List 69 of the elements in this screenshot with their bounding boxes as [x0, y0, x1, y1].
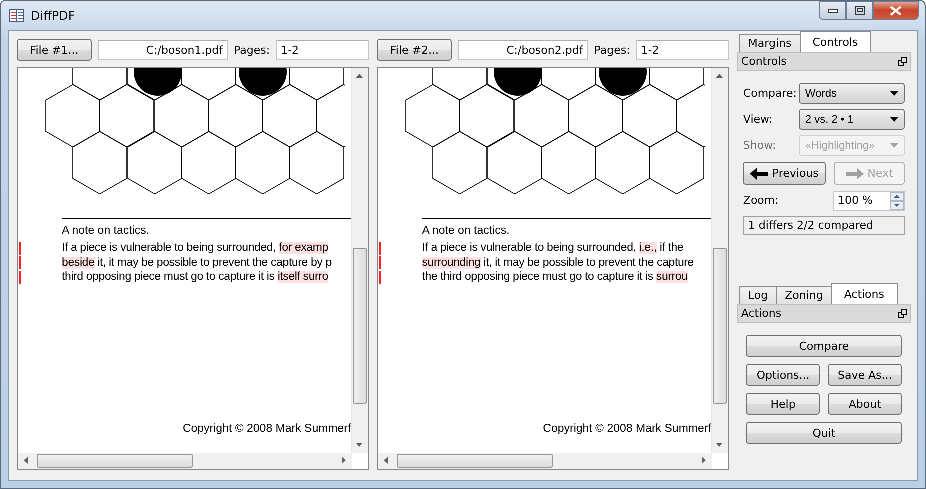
- scroll-left-icon[interactable]: [24, 457, 28, 464]
- document-text-line: surrounding it, it may be possible to prevent the capture: [422, 256, 694, 269]
- document-text-line: beside it, it may be possible to prevent the capture by p: [62, 256, 332, 269]
- status-text: 1 differs 2/2 compared: [743, 216, 906, 235]
- vertical-scrollbar[interactable]: [711, 68, 728, 453]
- file-button[interactable]: File #2...: [377, 39, 452, 61]
- action-button[interactable]: Compare: [746, 335, 902, 357]
- file-path-field[interactable]: C:/boson2.pdf: [458, 40, 588, 60]
- nav-button[interactable]: Previous: [743, 162, 826, 185]
- document-heading: A note on tactics.: [62, 225, 151, 237]
- document-footer: Copyright © 2008 Mark Summerf: [182, 423, 352, 435]
- document-text-line: If a piece is vulnerable to being surrounded, i.e., if the: [422, 242, 684, 254]
- close-button[interactable]: [873, 1, 919, 20]
- zoom-spinbox[interactable]: 100 %: [833, 190, 906, 210]
- document-footer: Copyright © 2008 Mark Summerf: [543, 423, 712, 435]
- dropdown-arrow-icon: [890, 117, 900, 122]
- spin-down-button[interactable]: [890, 200, 904, 210]
- scroll-left-icon[interactable]: [384, 457, 388, 464]
- minimize-button[interactable]: [819, 1, 846, 20]
- dock-tab[interactable]: Zoning: [776, 286, 832, 304]
- vertical-scrollbar[interactable]: [351, 68, 368, 453]
- pages-label: Pages:: [594, 44, 630, 56]
- action-button[interactable]: Save As...: [828, 364, 902, 386]
- file-button[interactable]: File #1...: [17, 39, 92, 61]
- document-text-line: third opposing piece must go to capture it is itself surro: [62, 271, 328, 284]
- maximize-button[interactable]: [846, 1, 873, 20]
- horizontal-scrollbar[interactable]: [378, 453, 712, 469]
- scroll-right-icon[interactable]: [702, 457, 706, 464]
- action-button[interactable]: Options...: [746, 364, 820, 386]
- pages-field[interactable]: 1-2: [276, 40, 370, 60]
- document-text-line: the third opposing piece must go to capture it is surrou: [422, 271, 688, 284]
- field-label: View:: [743, 113, 774, 126]
- dock-title: Actions: [741, 307, 782, 320]
- dock-tab[interactable]: Actions: [831, 283, 898, 304]
- scroll-up-icon[interactable]: [356, 74, 364, 78]
- document-text-line: If a piece is vulnerable to being surrounded, for examp: [62, 242, 328, 254]
- app-icon: [9, 8, 25, 24]
- dock-tab[interactable]: Controls: [800, 31, 872, 52]
- action-button[interactable]: Quit: [746, 422, 902, 444]
- action-button[interactable]: About: [828, 393, 902, 415]
- dock-tab[interactable]: Log: [739, 286, 778, 304]
- field-label: Zoom:: [743, 194, 780, 207]
- field-label: Compare:: [743, 87, 794, 100]
- dropdown[interactable]: Words: [799, 83, 906, 104]
- maximize-icon: [854, 6, 864, 15]
- dropdown-arrow-icon: [890, 143, 900, 148]
- right-arrow-icon: [846, 168, 864, 180]
- scroll-down-icon[interactable]: [356, 443, 364, 447]
- close-icon: [890, 6, 902, 16]
- dock-tab[interactable]: Margins: [739, 34, 801, 52]
- pages-field[interactable]: 1-2: [636, 40, 730, 60]
- horizontal-scrollbar[interactable]: [18, 453, 352, 469]
- float-icon[interactable]: [898, 57, 908, 66]
- minimize-icon: [828, 8, 838, 12]
- field-label: Show:: [743, 139, 778, 152]
- spin-up-button[interactable]: [890, 192, 904, 200]
- document-heading: A note on tactics.: [422, 225, 511, 237]
- window-title: DiffPDF: [31, 8, 76, 22]
- dock-title: Controls: [741, 55, 787, 68]
- scroll-down-icon[interactable]: [716, 443, 724, 447]
- pages-label: Pages:: [234, 44, 270, 56]
- left-arrow-icon: [750, 168, 768, 180]
- dropdown-arrow-icon: [890, 91, 900, 96]
- dropdown[interactable]: 2 vs. 2 • 1: [799, 109, 906, 130]
- scroll-up-icon[interactable]: [716, 74, 724, 78]
- file-path-field[interactable]: C:/boson1.pdf: [98, 40, 228, 60]
- float-icon[interactable]: [898, 309, 908, 318]
- action-button[interactable]: Help: [746, 393, 820, 415]
- scroll-right-icon[interactable]: [342, 457, 346, 464]
